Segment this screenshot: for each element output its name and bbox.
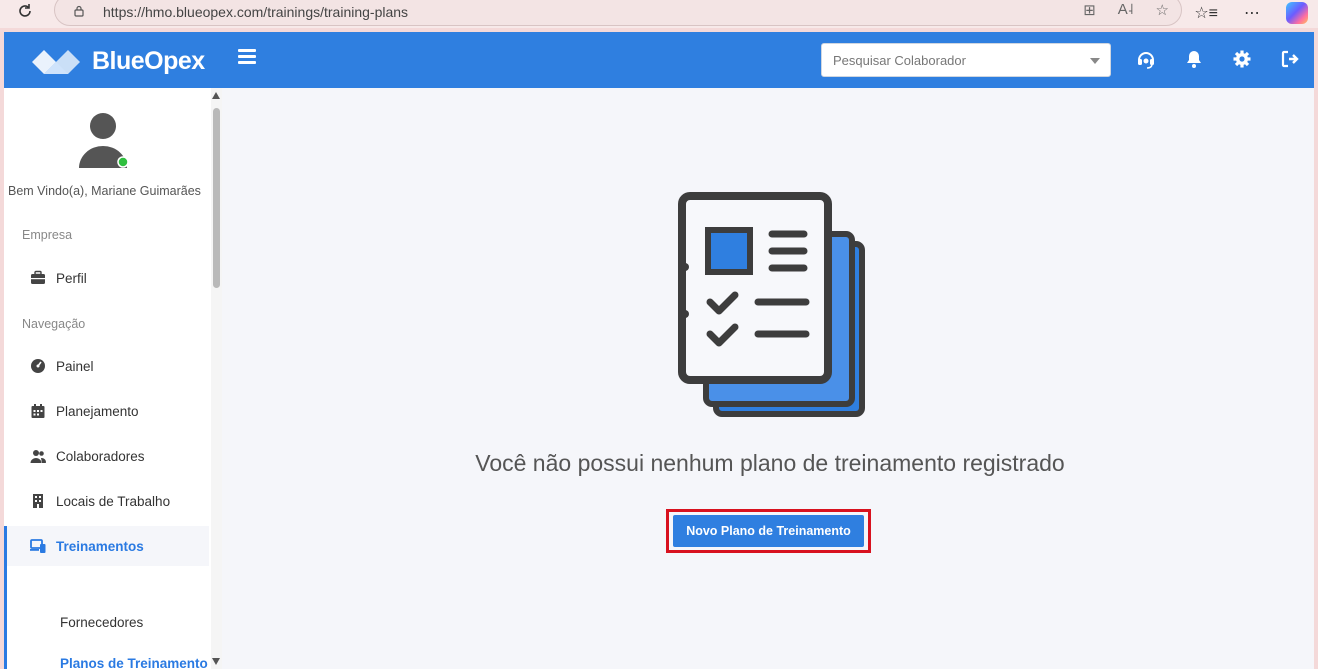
active-section-indicator bbox=[4, 526, 7, 669]
devices-icon bbox=[30, 539, 46, 553]
brand-logo[interactable]: BlueOpex bbox=[30, 44, 210, 78]
sidebar-subitem-fornecedores[interactable]: Fornecedores bbox=[60, 615, 143, 630]
empty-document-illustration-icon bbox=[678, 192, 865, 417]
bell-icon[interactable] bbox=[1184, 49, 1204, 69]
sidebar-scrollbar[interactable] bbox=[211, 88, 222, 669]
section-label-navigation: Navegação bbox=[22, 317, 86, 331]
calendar-icon bbox=[31, 404, 45, 418]
highlight-box: Novo Plano de Treinamento bbox=[666, 509, 871, 553]
menu-toggle-icon[interactable] bbox=[238, 49, 256, 65]
logout-icon[interactable] bbox=[1280, 49, 1300, 69]
section-label-company: Empresa bbox=[22, 228, 73, 242]
favorite-star-icon[interactable]: ☆ bbox=[1156, 1, 1169, 19]
reload-icon[interactable] bbox=[14, 2, 36, 24]
avatar-user-icon bbox=[79, 113, 129, 168]
blueopex-logo-icon bbox=[32, 50, 80, 74]
building-icon bbox=[33, 494, 43, 508]
scrollbar-thumb[interactable] bbox=[213, 108, 220, 288]
favorites-list-icon[interactable]: ☆≡ bbox=[1194, 3, 1218, 23]
sidebar: Bem Vindo(a), Mariane Guimarães Empresa … bbox=[4, 88, 222, 669]
scroll-down-arrow-icon[interactable] bbox=[212, 658, 220, 665]
sidebar-item-profile[interactable]: Perfil bbox=[4, 258, 209, 298]
sidebar-item-label: Perfil bbox=[56, 270, 87, 286]
users-icon bbox=[30, 450, 46, 463]
empty-state-message: Você não possui nenhum plano de treiname… bbox=[475, 450, 1065, 476]
browser-toolbar: https://hmo.blueopex.com/trainings/train… bbox=[0, 0, 1318, 28]
dashboard-icon bbox=[31, 359, 45, 373]
headset-support-icon[interactable] bbox=[1136, 49, 1156, 69]
app-grid-icon[interactable]: ⊞ bbox=[1083, 1, 1096, 19]
sidebar-item-locais[interactable]: Locais de Trabalho bbox=[4, 481, 209, 521]
welcome-text: Bem Vindo(a), Mariane Guimarães bbox=[8, 184, 201, 198]
sidebar-item-label: Treinamentos bbox=[56, 538, 144, 554]
scroll-up-arrow-icon[interactable] bbox=[212, 92, 220, 99]
sidebar-item-treinamentos[interactable]: Treinamentos bbox=[4, 526, 209, 566]
copilot-icon[interactable] bbox=[1286, 2, 1308, 24]
sidebar-item-label: Painel bbox=[56, 358, 94, 374]
address-bar[interactable]: https://hmo.blueopex.com/trainings/train… bbox=[54, 0, 1182, 26]
sidebar-item-painel[interactable]: Painel bbox=[4, 346, 209, 386]
gear-icon[interactable] bbox=[1232, 49, 1252, 69]
sidebar-item-label: Colaboradores bbox=[56, 448, 145, 464]
chevron-down-icon[interactable] bbox=[1090, 58, 1100, 64]
new-training-plan-button[interactable]: Novo Plano de Treinamento bbox=[673, 515, 864, 547]
lock-icon bbox=[74, 5, 84, 17]
top-navbar: BlueOpex Pesquisar Colaborador bbox=[4, 32, 1314, 88]
collaborator-search-select[interactable]: Pesquisar Colaborador bbox=[821, 43, 1111, 77]
sidebar-item-label: Planejamento bbox=[56, 403, 139, 419]
sidebar-item-label: Locais de Trabalho bbox=[56, 493, 171, 509]
sidebar-subitem-planos[interactable]: Planos de Treinamento bbox=[60, 656, 208, 669]
briefcase-icon bbox=[31, 270, 45, 284]
search-placeholder: Pesquisar Colaborador bbox=[833, 53, 966, 68]
read-aloud-icon[interactable]: A˨ bbox=[1118, 1, 1134, 19]
more-options-icon[interactable]: ⋯ bbox=[1244, 3, 1260, 23]
sidebar-item-colaboradores[interactable]: Colaboradores bbox=[4, 436, 209, 476]
app-window: BlueOpex Pesquisar Colaborador Bem Vindo… bbox=[4, 32, 1314, 669]
brand-name: BlueOpex bbox=[92, 46, 205, 75]
url-text[interactable]: https://hmo.blueopex.com/trainings/train… bbox=[103, 4, 408, 20]
sidebar-item-planejamento[interactable]: Planejamento bbox=[4, 391, 209, 431]
